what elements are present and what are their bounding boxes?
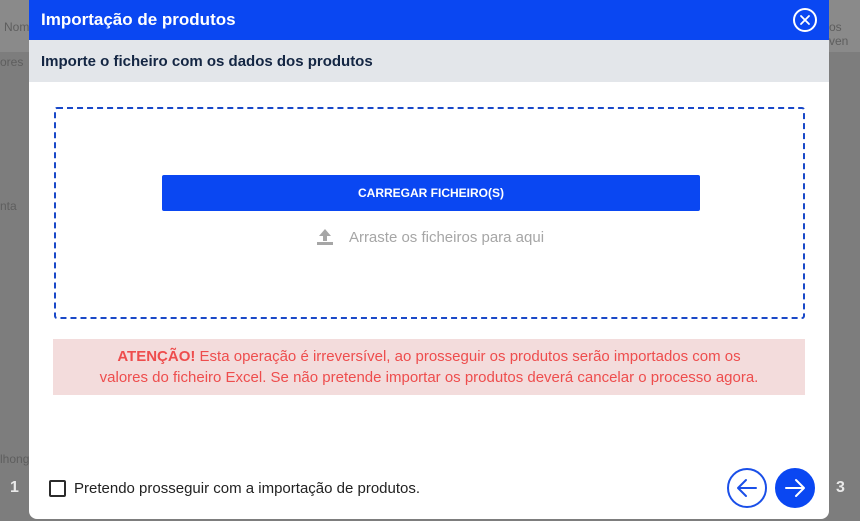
warning-label: ATENÇÃO! — [117, 348, 196, 365]
modal-title: Importação de produtos — [41, 10, 236, 29]
import-products-modal: Importação de produtos Importe o ficheir… — [29, 0, 829, 519]
warning-line-1: ATENÇÃO! Esta operação é irreversível, a… — [53, 346, 805, 367]
modal-subtitle: Importe o ficheiro com os dados dos prod… — [29, 40, 829, 82]
background-step-number: 3 — [836, 479, 845, 496]
drag-hint-text: Arraste os ficheiros para aqui — [348, 228, 545, 246]
close-button[interactable] — [793, 8, 817, 32]
background-text: ores — [0, 55, 24, 69]
warning-message: ATENÇÃO! Esta operação é irreversível, a… — [53, 339, 805, 395]
modal-header: Importação de produtos — [29, 0, 829, 40]
warning-text-1: Esta operação é irreversível, ao prosseg… — [195, 348, 741, 365]
background-column-header: Nom — [4, 20, 30, 34]
background-text: lhong — [0, 452, 30, 466]
previous-step-button[interactable] — [727, 468, 767, 508]
confirm-import-checkbox-row[interactable]: Pretendo prosseguir com a importação de … — [49, 480, 420, 497]
file-dropzone[interactable]: CARREGAR FICHEIRO(S) Arraste os ficheiro… — [54, 107, 805, 319]
confirm-import-label: Pretendo prosseguir com a importação de … — [74, 480, 421, 497]
upload-files-button[interactable]: CARREGAR FICHEIRO(S) — [162, 175, 700, 211]
background-text: nta — [0, 199, 17, 213]
background-step-number: 1 — [10, 479, 19, 496]
arrow-left-icon — [737, 479, 757, 497]
warning-text-2: valores do ficheiro Excel. Se não preten… — [99, 369, 759, 386]
upload-icon — [316, 229, 333, 245]
drag-hint: Arraste os ficheiros para aqui — [56, 227, 803, 247]
arrow-right-icon — [785, 479, 805, 497]
next-step-button[interactable] — [775, 468, 815, 508]
confirm-import-checkbox[interactable] — [49, 480, 66, 497]
background-column-header: os ven — [829, 20, 849, 48]
close-icon — [800, 15, 810, 25]
